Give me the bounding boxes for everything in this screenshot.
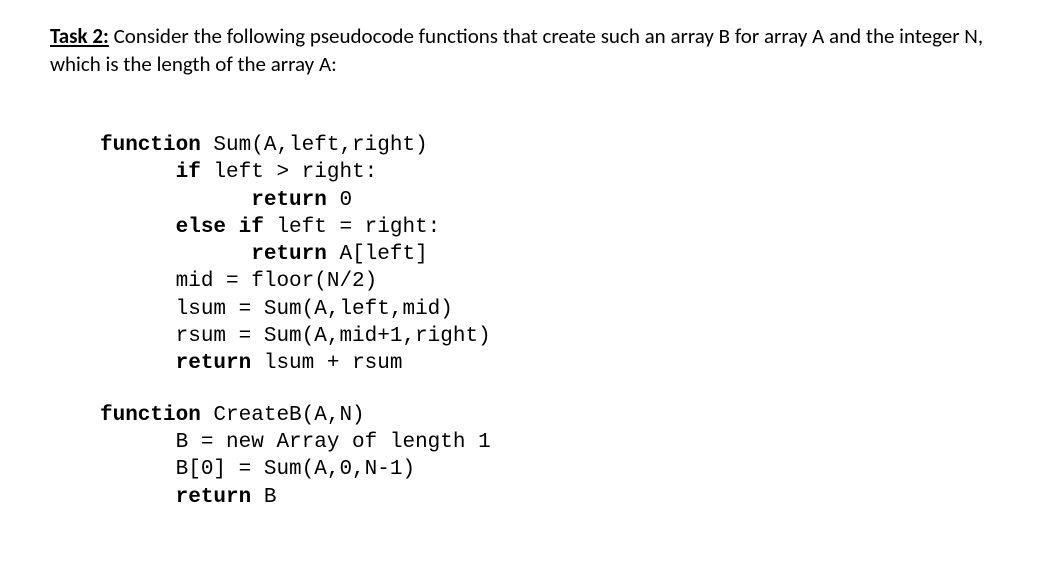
- kw-if: if: [176, 161, 201, 184]
- sum-signature: Sum(A,left,right): [201, 134, 428, 157]
- mid-line: mid = floor(N/2): [176, 270, 378, 293]
- code-gap: [100, 378, 1012, 402]
- rsum-line: rsum = Sum(A,mid+1,right): [176, 325, 491, 348]
- intro-paragraph: Task 2: Consider the following pseudocod…: [50, 22, 1012, 79]
- if-cond: left > right:: [201, 161, 377, 184]
- elseif-cond: left = right:: [264, 216, 440, 239]
- b-line: B = new Array of length 1: [176, 431, 491, 454]
- ret-val: B: [251, 486, 276, 509]
- kw-return: return: [176, 352, 252, 375]
- kw-return: return: [251, 243, 327, 266]
- ret2-val: A[left]: [327, 243, 428, 266]
- kw-function: function: [100, 134, 201, 157]
- code-block: function Sum(A,left,right) if left > rig…: [100, 105, 1012, 511]
- b0-line: B[0] = Sum(A,0,N-1): [176, 458, 415, 481]
- task-label: Task 2:: [50, 23, 109, 49]
- ret1-val: 0: [327, 189, 352, 212]
- createb-signature: CreateB(A,N): [201, 404, 365, 427]
- kw-return: return: [176, 486, 252, 509]
- intro-text: Consider the following pseudocode functi…: [50, 23, 983, 77]
- lsum-line: lsum = Sum(A,left,mid): [176, 298, 453, 321]
- kw-function: function: [100, 404, 201, 427]
- kw-return: return: [251, 189, 327, 212]
- kw-elseif: else if: [176, 216, 264, 239]
- ret3-val: lsum + rsum: [251, 352, 402, 375]
